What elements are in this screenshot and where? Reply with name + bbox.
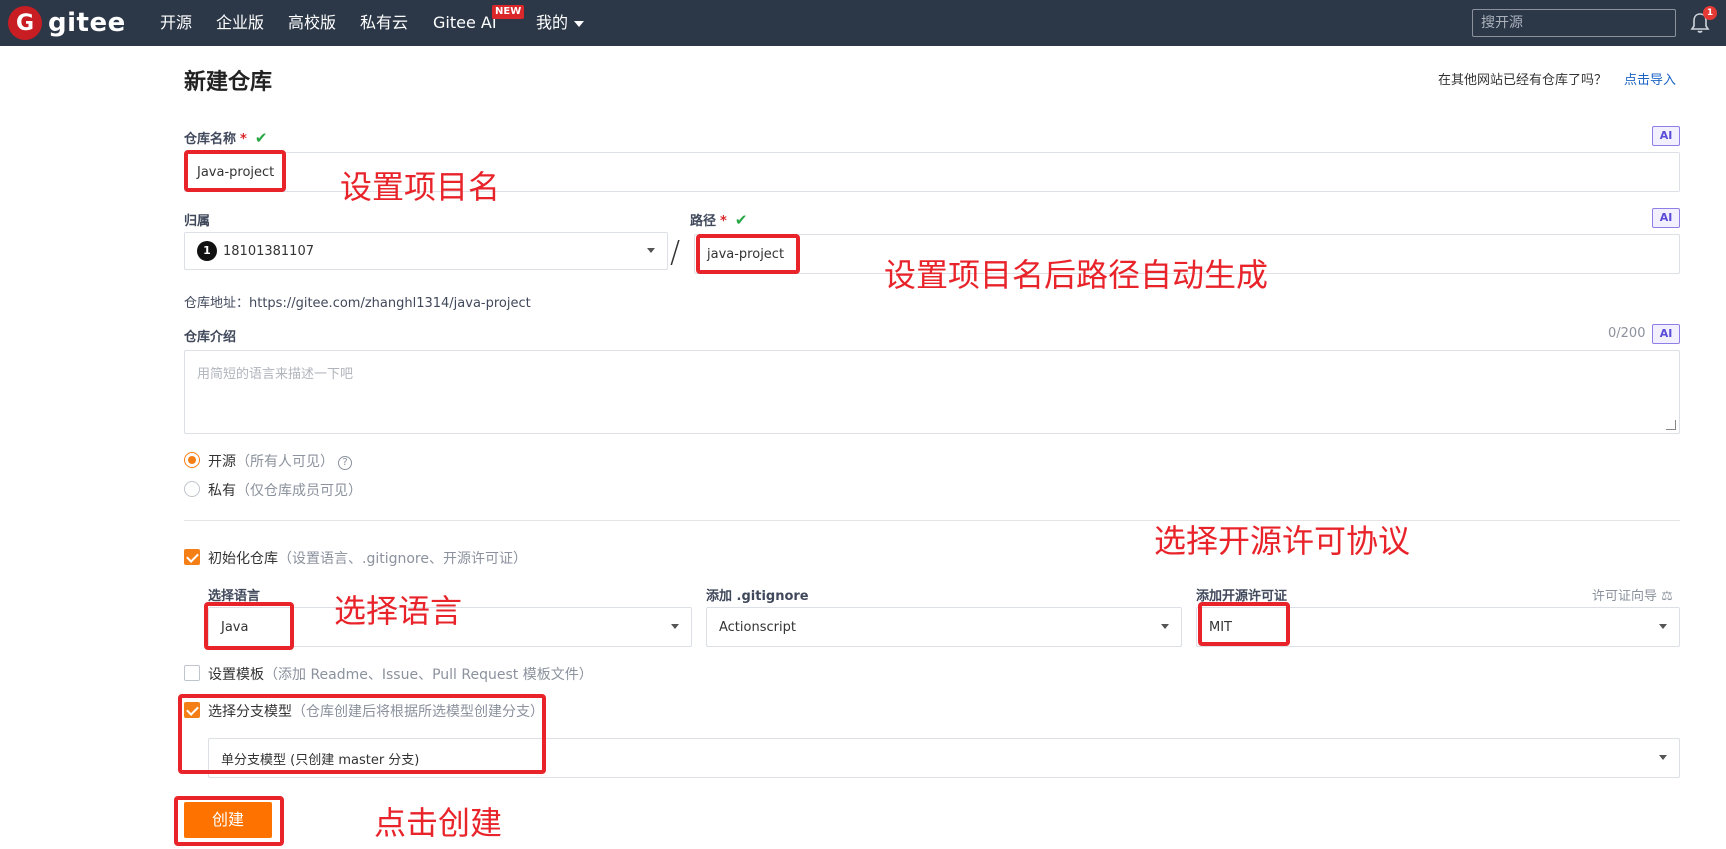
owner-label: 归属 xyxy=(184,214,211,229)
path-separator: / xyxy=(670,235,681,270)
caret-down-icon xyxy=(1659,755,1667,760)
nav-mine-label: 我的 xyxy=(536,13,569,32)
init-sub: （设置语言、.gitignore、开源许可证） xyxy=(278,551,527,567)
repo-name-label: 仓库名称 * ✔ xyxy=(184,128,267,147)
nav-private-cloud[interactable]: 私有云 xyxy=(360,0,408,46)
help-icon[interactable]: ? xyxy=(338,456,352,470)
import-question: 在其他网站已经有仓库了吗？ xyxy=(1438,73,1608,88)
annotation-box-path xyxy=(696,234,800,274)
gitignore-label: 添加 .gitignore xyxy=(706,589,809,604)
nav-gitee-ai[interactable]: Gitee AI xyxy=(433,0,497,46)
gitignore-select[interactable]: Actionscript xyxy=(706,607,1182,647)
private-sub: （仅仓库成员可见） xyxy=(236,483,362,499)
ai-tag[interactable]: AI xyxy=(1652,324,1680,344)
annotation-box-license xyxy=(1198,602,1290,646)
divider xyxy=(184,520,1680,521)
scale-icon: ⚖ xyxy=(1661,589,1673,604)
check-icon: ✔ xyxy=(254,129,268,147)
owner-value: 18101381107 xyxy=(223,243,314,259)
init-label: 初始化仓库 xyxy=(208,551,278,567)
annotation-choose-license: 选择开源许可协议 xyxy=(1154,522,1411,560)
search-input[interactable]: 搜开源 xyxy=(1472,9,1676,37)
private-option[interactable]: 私有（仅仓库成员可见） xyxy=(208,480,362,500)
top-nav: G gitee 开源 企业版 高校版 私有云 Gitee AI NEW 我的 搜… xyxy=(0,0,1726,46)
gitee-logo[interactable]: G gitee xyxy=(8,6,126,40)
nav-education[interactable]: 高校版 xyxy=(288,0,336,46)
private-label: 私有 xyxy=(208,483,236,499)
nav-enterprise[interactable]: 企业版 xyxy=(216,0,264,46)
repo-address: 仓库地址：https://gitee.com/zhanghl1314/java-… xyxy=(184,296,531,311)
license-guide-link[interactable]: 许可证向导 ⚖ xyxy=(1592,585,1673,604)
annotation-box-language xyxy=(204,602,294,650)
annotation-path-auto: 设置项目名后路径自动生成 xyxy=(884,256,1269,294)
ai-tag[interactable]: AI xyxy=(1652,208,1680,228)
intro-textarea[interactable]: 用简短的语言来描述一下吧 xyxy=(184,350,1680,434)
check-icon: ✔ xyxy=(734,211,748,229)
annotation-box-repo-name xyxy=(184,150,286,192)
annotation-box-branch xyxy=(178,694,546,774)
nav-open-source[interactable]: 开源 xyxy=(160,0,192,46)
caret-down-icon xyxy=(647,248,655,253)
license-guide-text: 许可证向导 xyxy=(1592,589,1658,604)
template-sub: （添加 Readme、Issue、Pull Request 模板文件） xyxy=(264,667,593,683)
radio-public[interactable] xyxy=(184,452,200,468)
annotation-click-create: 点击创建 xyxy=(374,804,503,842)
gitee-logo-text: gitee xyxy=(48,8,126,38)
template-option[interactable]: 设置模板（添加 Readme、Issue、Pull Request 模板文件） xyxy=(208,664,593,684)
caret-down-icon xyxy=(1659,624,1667,629)
intro-label: 仓库介绍 xyxy=(184,330,237,345)
nav-mine[interactable]: 我的 xyxy=(536,0,585,46)
notification-badge: 1 xyxy=(1703,6,1717,20)
repo-name-label-text: 仓库名称 xyxy=(184,132,237,147)
template-label: 设置模板 xyxy=(208,667,264,683)
radio-private[interactable] xyxy=(184,481,200,497)
caret-down-icon xyxy=(1161,624,1169,629)
new-badge: NEW xyxy=(492,5,525,19)
annotation-choose-language: 选择语言 xyxy=(334,592,463,630)
intro-char-count: 0/200 xyxy=(1608,326,1646,341)
gitee-logo-icon: G xyxy=(8,6,42,40)
import-link[interactable]: 点击导入 xyxy=(1624,69,1676,88)
required-mark: * xyxy=(720,214,727,229)
init-repo-checkbox[interactable] xyxy=(184,549,200,565)
required-mark: * xyxy=(240,132,247,147)
chevron-down-icon xyxy=(574,20,585,27)
avatar: 1 xyxy=(197,241,217,261)
gitignore-value: Actionscript xyxy=(719,619,796,635)
path-label-text: 路径 xyxy=(690,214,717,229)
ai-tag[interactable]: AI xyxy=(1652,126,1680,146)
intro-placeholder: 用简短的语言来描述一下吧 xyxy=(197,367,354,382)
caret-down-icon xyxy=(671,624,679,629)
owner-select[interactable]: 1 18101381107 xyxy=(184,232,668,270)
annotation-box-create xyxy=(174,796,284,846)
path-label: 路径 * ✔ xyxy=(690,210,747,229)
annotation-set-name: 设置项目名 xyxy=(340,168,501,206)
template-checkbox[interactable] xyxy=(184,665,200,681)
init-repo-option[interactable]: 初始化仓库（设置语言、.gitignore、开源许可证） xyxy=(208,548,527,568)
resize-handle-icon[interactable] xyxy=(1666,420,1676,430)
page-title: 新建仓库 xyxy=(184,70,273,95)
public-label: 开源 xyxy=(208,454,236,470)
public-sub: （所有人可见） xyxy=(236,454,334,470)
public-option[interactable]: 开源（所有人可见）? xyxy=(208,451,352,471)
